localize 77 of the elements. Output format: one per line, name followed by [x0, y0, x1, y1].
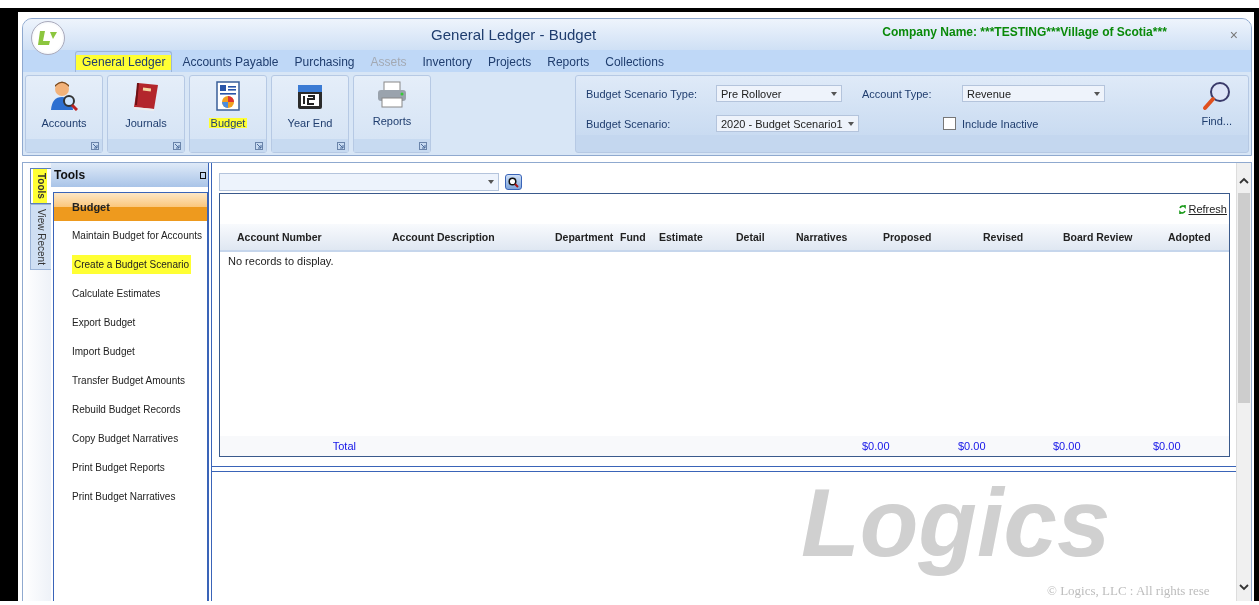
find-button[interactable]: Find... [1195, 81, 1238, 136]
tool-link[interactable]: Print Budget Reports [54, 453, 207, 482]
total-cell: $0.00 [1153, 440, 1181, 452]
scroll-up-icon[interactable] [1239, 177, 1249, 185]
book-icon [132, 81, 160, 111]
scroll-down-icon[interactable] [1239, 583, 1249, 591]
close-button[interactable]: × [1226, 26, 1241, 43]
tool-link[interactable]: Calculate Estimates [54, 279, 207, 308]
menu-tab[interactable]: Collections [599, 51, 670, 72]
refresh-link[interactable]: Refresh [1179, 203, 1227, 215]
report-icon [216, 81, 240, 111]
ribbon-label: Year End [287, 117, 333, 129]
menu-tab[interactable]: Reports [541, 51, 596, 72]
menu-tab[interactable]: Projects [481, 51, 538, 72]
tool-link[interactable]: Transfer Budget Amounts [54, 366, 207, 395]
panel-title: Tools [54, 168, 86, 182]
tool-link[interactable]: Print Budget Narratives [54, 482, 207, 511]
dialog-launcher-icon[interactable] [255, 141, 263, 150]
tool-link[interactable]: Export Budget [54, 308, 207, 337]
empty-message: No records to display. [228, 255, 334, 267]
column-header[interactable]: Narratives [789, 231, 848, 243]
ribbon-label: Budget [208, 117, 248, 129]
logo-icon [38, 28, 58, 47]
total-cell: $0.00 [958, 440, 986, 452]
person-search-icon [50, 81, 78, 111]
column-header[interactable]: Detail [724, 231, 765, 243]
column-header[interactable]: Proposed [861, 231, 932, 243]
search-icon [1201, 81, 1232, 111]
tool-link[interactable]: Copy Budget Narratives [54, 424, 207, 453]
field-label: Budget Scenario Type: [586, 87, 699, 100]
copyright-text: © Logics, LLC : All rights rese [1047, 583, 1210, 599]
side-tab[interactable]: View Recent [30, 203, 51, 270]
window-title: General Ledger - Budget [430, 26, 598, 43]
scrollbar-thumb[interactable] [1238, 193, 1250, 403]
column-header[interactable]: Account Description [380, 231, 495, 243]
ribbon-label: Accounts [41, 117, 87, 129]
search-button[interactable] [505, 174, 522, 190]
total-cell: $0.00 [862, 440, 890, 452]
column-header[interactable]: Account Number [220, 231, 322, 243]
column-header[interactable]: Revised [953, 231, 1024, 243]
dropdown[interactable]: Revenue [962, 85, 1105, 102]
dropdown-caret-icon[interactable] [1094, 91, 1100, 96]
checkbox-label: Include Inactive [962, 117, 1039, 130]
menu-tab[interactable]: Purchasing [288, 51, 361, 72]
checkbox[interactable] [943, 117, 956, 130]
search-icon [508, 176, 519, 188]
side-tab[interactable]: Tools [30, 168, 51, 204]
dialog-launcher-icon[interactable] [419, 141, 427, 150]
column-header[interactable]: Fund [618, 231, 646, 243]
dropdown[interactable]: Pre Rollover [716, 85, 842, 102]
refresh-icon [1179, 204, 1187, 214]
section-header[interactable]: Budget [54, 193, 207, 221]
dialog-launcher-icon[interactable] [173, 141, 181, 150]
dialog-launcher-icon[interactable] [91, 141, 99, 150]
dropdown[interactable]: 2020 - Budget Scenario1 [716, 115, 859, 132]
tool-link[interactable]: Rebuild Budget Records [54, 395, 207, 424]
total-cell: $0.00 [1053, 440, 1081, 452]
dialog-launcher-icon[interactable] [337, 141, 345, 150]
total-cell: Total [332, 440, 356, 452]
ribbon-label: Journals [125, 117, 167, 129]
field-label: Budget Scenario: [586, 117, 672, 130]
column-header[interactable]: Department [550, 231, 614, 243]
field-label: Account Type: [862, 87, 933, 100]
tool-link[interactable]: Maintain Budget for Accounts [54, 221, 207, 250]
dropdown-caret-icon[interactable] [848, 121, 854, 126]
column-header[interactable]: Estimate [654, 231, 703, 243]
tool-link[interactable]: Import Budget [54, 337, 207, 366]
menu-tab[interactable]: Accounts Payable [176, 51, 285, 72]
column-header[interactable]: Board Review [1045, 231, 1133, 243]
printer-icon [376, 81, 408, 109]
ribbon-label: Reports [372, 115, 412, 127]
menu-tab[interactable]: Inventory [416, 51, 478, 72]
dropdown-caret-icon[interactable] [831, 91, 837, 96]
menu-tab[interactable]: General Ledger [75, 51, 173, 72]
column-header[interactable]: Adopted [1153, 231, 1211, 243]
dropdown-caret-icon [488, 180, 494, 184]
company-name: Company Name: ***TESTING***Village of Scotia*** [882, 25, 1167, 39]
